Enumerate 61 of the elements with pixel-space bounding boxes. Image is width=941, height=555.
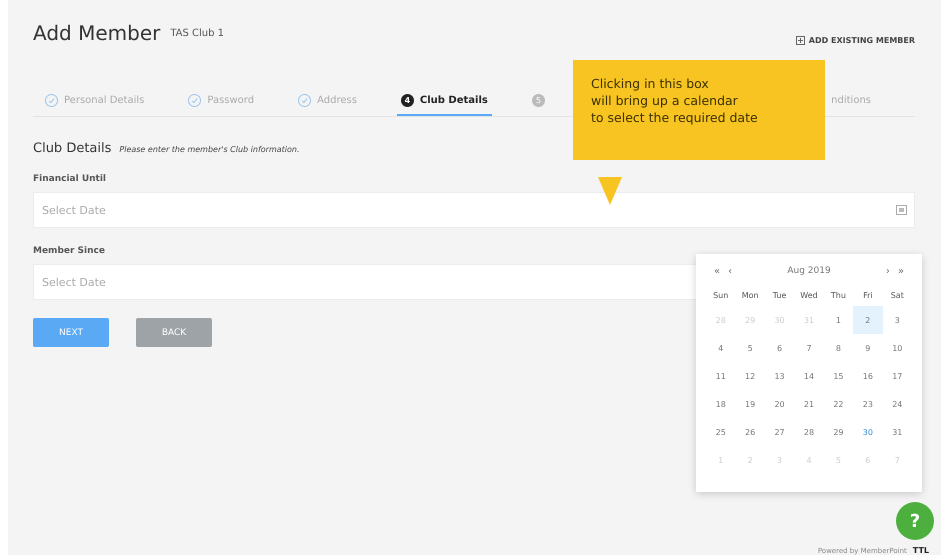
calendar-day[interactable]: 3 xyxy=(882,306,912,334)
calendar-day[interactable]: 5 xyxy=(735,334,765,362)
field-label: Member Since xyxy=(33,246,106,256)
calendar-day[interactable]: 31 xyxy=(882,418,912,446)
first-button[interactable]: « xyxy=(714,266,720,276)
calendar-day[interactable]: 9 xyxy=(853,334,883,362)
calendar-day[interactable]: 29 xyxy=(824,418,854,446)
pointer-triangle xyxy=(598,177,622,205)
calendar-day[interactable]: 15 xyxy=(824,362,854,390)
last-button[interactable]: » xyxy=(898,266,904,276)
calendar-day[interactable]: 12 xyxy=(735,362,765,390)
calendar-day[interactable]: 24 xyxy=(882,390,912,418)
calendar-day[interactable]: 20 xyxy=(764,390,794,418)
calendar-day[interactable]: 6 xyxy=(764,334,794,362)
add-existing-member-link[interactable]: ADD EXISTING MEMBER xyxy=(796,36,915,44)
calendar-day[interactable]: 1 xyxy=(824,306,854,334)
club-name: TAS Club 1 xyxy=(170,28,224,38)
calendar-day[interactable]: 23 xyxy=(853,390,883,418)
calendar-day[interactable]: 19 xyxy=(735,390,765,418)
calendar-day[interactable]: 27 xyxy=(764,418,794,446)
step-tab[interactable]: 4 Club Details xyxy=(396,86,492,116)
weekday-label: Tue xyxy=(772,290,788,302)
calendar-day[interactable]: 26 xyxy=(735,418,765,446)
next-button[interactable]: NEXT xyxy=(33,318,109,347)
calendar-day[interactable]: 7 xyxy=(794,334,824,362)
add-icon xyxy=(796,36,805,44)
calendar-day[interactable]: 30 xyxy=(853,418,883,446)
weekday-label: Thu xyxy=(830,290,847,302)
logo: TTL xyxy=(912,546,929,555)
calendar-day[interactable]: 28 xyxy=(794,418,824,446)
page-title: Add Member xyxy=(33,21,160,45)
calendar-day[interactable]: 2 xyxy=(853,306,883,334)
weekday-label: Sun xyxy=(712,290,730,302)
field-label: Financial Until xyxy=(33,174,108,184)
weekday-label: Wed xyxy=(799,290,819,302)
step-number: 5 xyxy=(532,94,545,106)
previous-button[interactable]: ‹ xyxy=(728,266,732,276)
section-hint: Please enter the member's Club information. xyxy=(119,145,300,154)
weekday-label: Mon xyxy=(740,290,760,302)
calendar-day[interactable]: 18 xyxy=(706,390,736,418)
step-number: 4 xyxy=(400,94,414,106)
date-field[interactable]: Select Date xyxy=(33,192,915,228)
calendar-day[interactable]: 22 xyxy=(824,390,854,418)
weekday-label: Fri xyxy=(862,290,874,302)
back-button[interactable]: BACK xyxy=(136,318,212,347)
calendar-day[interactable]: 25 xyxy=(706,418,736,446)
calendar-day[interactable]: 14 xyxy=(794,362,824,390)
calendar-day[interactable]: 10 xyxy=(882,334,912,362)
weekday-label: Sat xyxy=(890,290,905,302)
section-title: Club Details xyxy=(33,141,112,156)
tooltip-callout: Clicking in this box will bring up a calendar to select the required date xyxy=(573,60,825,160)
calendar-day[interactable]: 16 xyxy=(853,362,883,390)
calendar-day[interactable]: 21 xyxy=(794,390,824,418)
calendar-day[interactable]: 17 xyxy=(882,362,912,390)
calendar-day[interactable]: 4 xyxy=(706,334,736,362)
calendar-day[interactable]: 11 xyxy=(706,362,736,390)
calendar-day[interactable]: 8 xyxy=(824,334,854,362)
next-month-button[interactable]: › xyxy=(886,266,890,276)
calendar-day[interactable]: 13 xyxy=(764,362,794,390)
calendar-icon xyxy=(896,204,907,215)
month-label: Aug 2019 xyxy=(786,266,832,276)
